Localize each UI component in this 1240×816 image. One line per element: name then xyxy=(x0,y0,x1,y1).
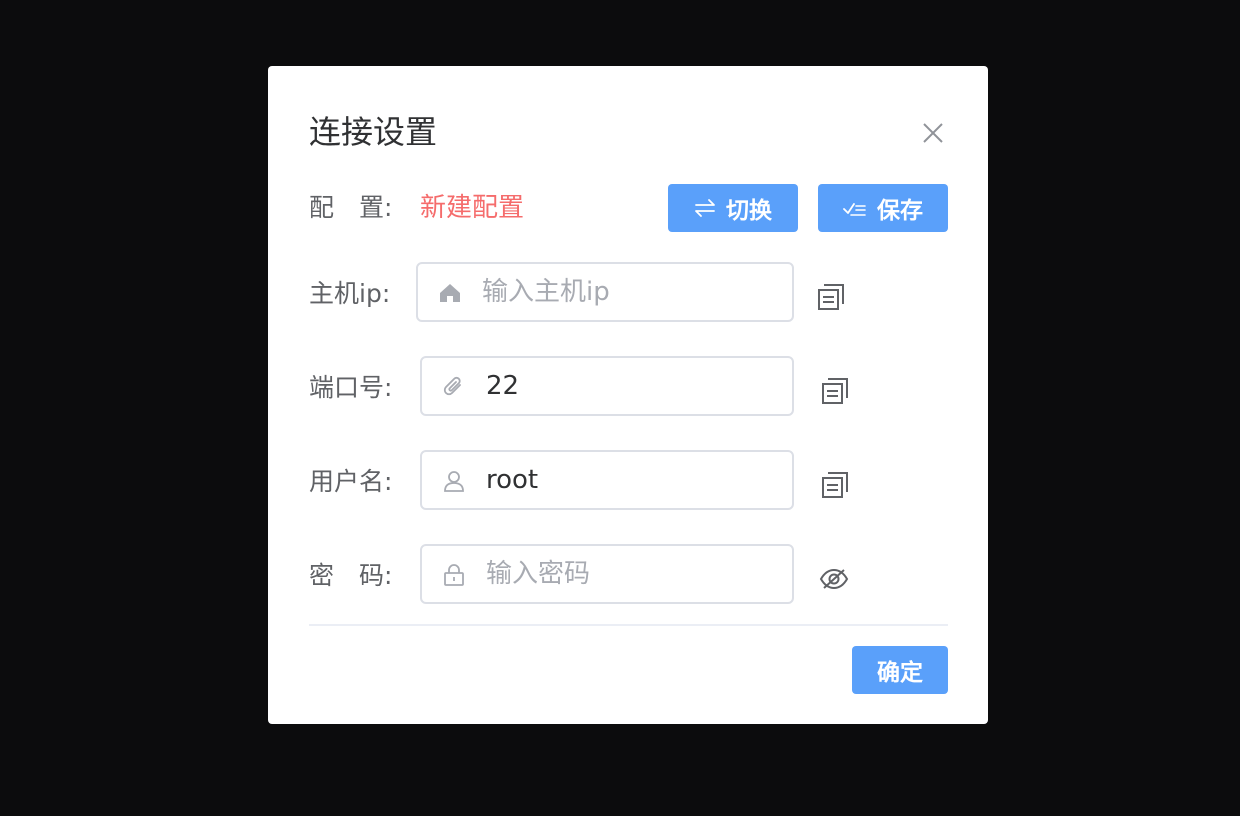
copy-icon[interactable] xyxy=(820,470,850,500)
host-label: 主机ip: xyxy=(309,279,391,308)
paperclip-icon xyxy=(443,376,461,396)
host-field xyxy=(416,262,794,322)
lock-icon xyxy=(444,564,464,586)
switch-button[interactable]: 切换 xyxy=(668,184,798,232)
copy-icon[interactable] xyxy=(816,282,846,312)
dialog-title: 连接设置 xyxy=(309,113,438,151)
user-label: 用户名: xyxy=(309,467,393,496)
connection-settings-dialog: 连接设置 配 置: 新建配置 切换 保存 主机ip: 端口号: xyxy=(268,66,988,724)
confirm-button-label: 确定 xyxy=(877,660,923,686)
footer-divider xyxy=(309,624,948,626)
close-icon[interactable] xyxy=(922,122,944,144)
house-icon xyxy=(440,284,460,302)
password-field xyxy=(420,544,794,604)
copy-icon[interactable] xyxy=(820,376,850,406)
port-input[interactable] xyxy=(486,366,776,406)
password-label: 密 码: xyxy=(309,561,393,590)
password-input[interactable] xyxy=(486,554,776,594)
user-icon xyxy=(444,471,464,492)
port-label: 端口号: xyxy=(309,373,393,402)
switch-icon xyxy=(695,199,715,217)
save-button[interactable]: 保存 xyxy=(818,184,948,232)
config-label: 配 置: xyxy=(309,193,393,222)
switch-button-label: 切换 xyxy=(726,198,772,224)
user-field xyxy=(420,450,794,510)
port-field xyxy=(420,356,794,416)
user-input[interactable] xyxy=(486,460,776,500)
confirm-button[interactable]: 确定 xyxy=(852,646,948,694)
save-button-label: 保存 xyxy=(877,198,923,224)
host-input[interactable] xyxy=(482,272,772,312)
config-name: 新建配置 xyxy=(420,193,525,223)
eye-off-icon[interactable] xyxy=(819,564,849,594)
save-icon xyxy=(843,203,866,216)
